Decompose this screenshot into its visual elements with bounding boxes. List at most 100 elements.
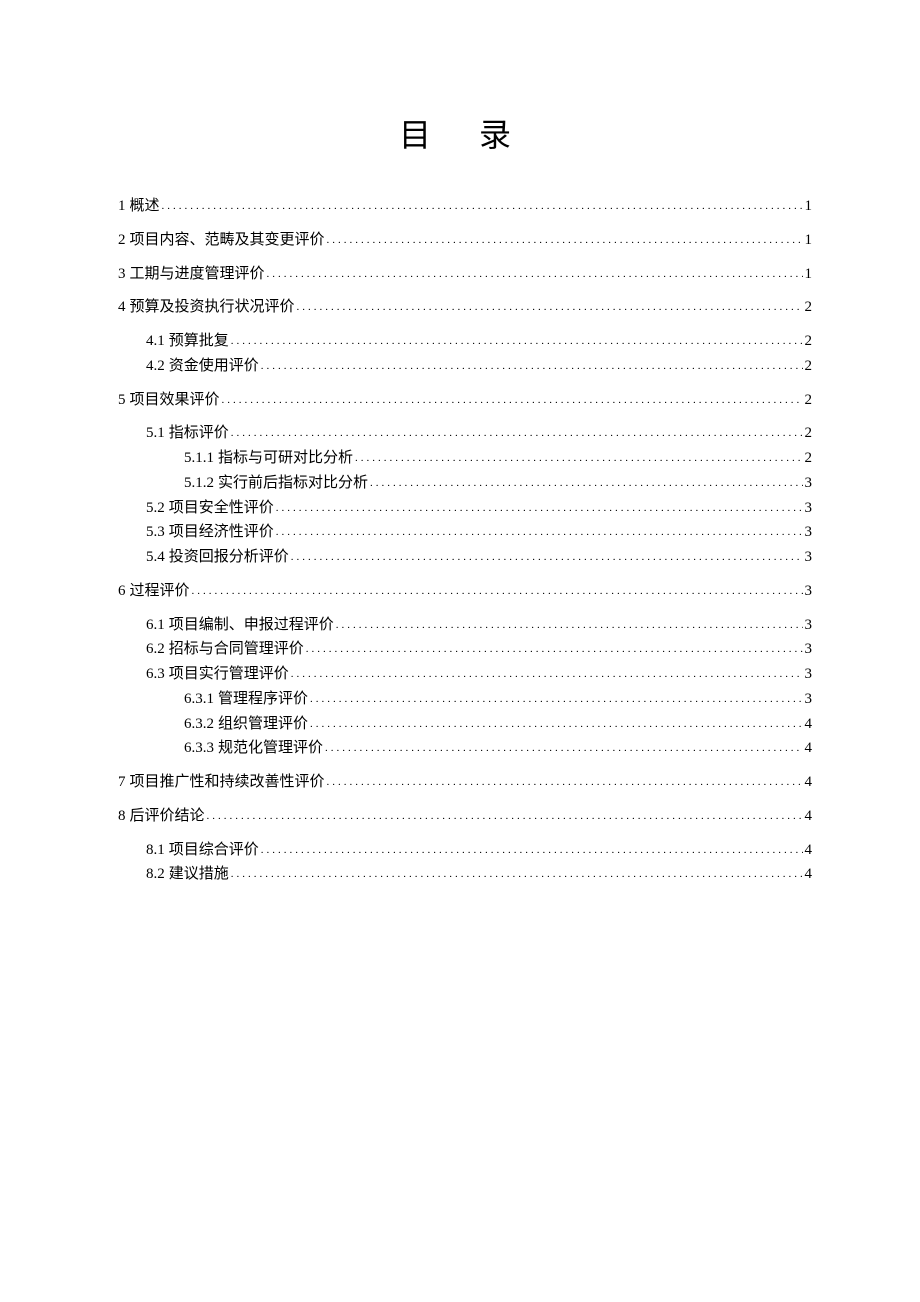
toc-entry-number: 6.3.1 <box>184 687 214 712</box>
toc-entry-text: 指标评价 <box>169 421 229 446</box>
toc-entry-number: 5 <box>118 388 126 413</box>
toc-entry[interactable]: 8.2建议措施 4 <box>118 862 812 887</box>
toc-entry[interactable]: 4预算及投资执行状况评价 2 <box>118 295 812 320</box>
toc-entry[interactable]: 5.1.2实行前后指标对比分析 3 <box>118 471 812 496</box>
toc-entry-page: 4 <box>805 712 813 737</box>
toc-list: 1概述12项目内容、范畴及其变更评价13工期与进度管理评价14预算及投资执行状况… <box>118 194 812 887</box>
toc-entry-number: 1 <box>118 194 126 219</box>
toc-entry-number: 2 <box>118 228 126 253</box>
toc-entry[interactable]: 5.4投资回报分析评价3 <box>118 545 812 570</box>
toc-entry-number: 4 <box>118 295 126 320</box>
toc-entry[interactable]: 6.2招标与合同管理评价 3 <box>118 637 812 662</box>
toc-leader <box>327 773 803 791</box>
toc-entry[interactable]: 6.3.3规范化管理评价4 <box>118 736 812 761</box>
toc-entry-page: 2 <box>805 295 813 320</box>
toc-entry-text: 实行前后指标对比分析 <box>218 471 368 496</box>
toc-entry[interactable]: 7项目推广性和持续改善性评价4 <box>118 770 812 795</box>
toc-entry[interactable]: 6.3.2组织管理评价4 <box>118 712 812 737</box>
toc-entry-number: 6 <box>118 579 126 604</box>
toc-entry-text: 项目安全性评价 <box>169 496 274 521</box>
toc-entry-page: 2 <box>805 388 813 413</box>
toc-leader <box>222 391 803 409</box>
toc-entry-number: 5.4 <box>146 545 165 570</box>
toc-entry-text: 招标与合同管理评价 <box>169 637 304 662</box>
toc-leader <box>297 298 803 316</box>
toc-entry-page: 2 <box>805 446 813 471</box>
toc-entry[interactable]: 6过程评价3 <box>118 579 812 604</box>
toc-entry[interactable]: 6.3项目实行管理评价3 <box>118 662 812 687</box>
toc-entry-text: 预算及投资执行状况评价 <box>130 295 295 320</box>
toc-entry-page: 3 <box>805 637 813 662</box>
toc-entry-number: 7 <box>118 770 126 795</box>
toc-leader <box>291 548 803 566</box>
toc-entry-page: 3 <box>805 687 813 712</box>
toc-entry-number: 5.2 <box>146 496 165 521</box>
toc-leader <box>310 690 802 708</box>
toc-leader <box>207 807 803 825</box>
toc-entry-number: 6.3.3 <box>184 736 214 761</box>
toc-leader <box>355 449 802 467</box>
toc-entry-text: 预算批复 <box>169 329 229 354</box>
toc-entry-text: 项目推广性和持续改善性评价 <box>130 770 325 795</box>
toc-entry[interactable]: 1概述1 <box>118 194 812 219</box>
toc-entry[interactable]: 8.1项目综合评价 4 <box>118 838 812 863</box>
toc-entry-number: 5.1.1 <box>184 446 214 471</box>
toc-entry-page: 4 <box>805 838 813 863</box>
toc-entry-page: 3 <box>805 520 813 545</box>
toc-entry-page: 3 <box>805 613 813 638</box>
toc-entry-number: 5.1.2 <box>184 471 214 496</box>
toc-entry-page: 2 <box>805 329 813 354</box>
toc-entry-text: 项目实行管理评价 <box>169 662 289 687</box>
toc-leader <box>291 665 803 683</box>
toc-entry-number: 3 <box>118 262 126 287</box>
toc-entry[interactable]: 5.2项目安全性评价3 <box>118 496 812 521</box>
toc-entry-page: 3 <box>805 662 813 687</box>
toc-entry[interactable]: 5.1指标评价2 <box>118 421 812 446</box>
toc-entry-number: 8.1 <box>146 838 165 863</box>
toc-leader <box>276 523 803 541</box>
toc-entry-number: 8.2 <box>146 862 165 887</box>
toc-entry-text: 资金使用评价 <box>169 354 259 379</box>
toc-entry-text: 项目综合评价 <box>169 838 259 863</box>
toc-leader <box>325 739 802 757</box>
toc-entry-page: 4 <box>805 862 813 887</box>
toc-entry-number: 6.3.2 <box>184 712 214 737</box>
toc-entry-text: 项目内容、范畴及其变更评价 <box>130 228 325 253</box>
toc-leader <box>231 424 803 442</box>
toc-leader <box>192 582 803 600</box>
toc-entry-number: 6.2 <box>146 637 165 662</box>
toc-entry-number: 5.3 <box>146 520 165 545</box>
toc-entry-text: 管理程序评价 <box>218 687 308 712</box>
toc-entry[interactable]: 4.2资金使用评价 2 <box>118 354 812 379</box>
toc-entry[interactable]: 6.3.1管理程序评价 3 <box>118 687 812 712</box>
toc-entry[interactable]: 5项目效果评价2 <box>118 388 812 413</box>
toc-entry[interactable]: 6.1项目编制、申报过程评价3 <box>118 613 812 638</box>
toc-leader <box>267 265 803 283</box>
toc-entry-page: 2 <box>805 421 813 446</box>
toc-leader <box>162 197 803 215</box>
toc-entry-page: 3 <box>805 471 813 496</box>
toc-entry[interactable]: 8后评价结论4 <box>118 804 812 829</box>
toc-entry-page: 2 <box>805 354 813 379</box>
toc-leader <box>231 332 803 350</box>
toc-leader <box>231 865 803 883</box>
document-page: 目 录 1概述12项目内容、范畴及其变更评价13工期与进度管理评价14预算及投资… <box>0 0 920 887</box>
toc-title: 目 录 <box>118 110 812 156</box>
toc-entry[interactable]: 3工期与进度管理评价1 <box>118 262 812 287</box>
toc-entry-text: 后评价结论 <box>130 804 205 829</box>
toc-entry-page: 3 <box>805 545 813 570</box>
toc-entry-page: 1 <box>805 194 813 219</box>
toc-entry-number: 4.1 <box>146 329 165 354</box>
toc-entry[interactable]: 5.1.1指标与可研对比分析2 <box>118 446 812 471</box>
toc-entry-number: 4.2 <box>146 354 165 379</box>
toc-entry[interactable]: 4.1预算批复 2 <box>118 329 812 354</box>
toc-entry-page: 1 <box>805 228 813 253</box>
toc-leader <box>310 715 802 733</box>
toc-leader <box>370 474 802 492</box>
toc-entry-text: 建议措施 <box>169 862 229 887</box>
toc-leader <box>261 357 803 375</box>
toc-entry-text: 工期与进度管理评价 <box>130 262 265 287</box>
toc-entry[interactable]: 5.3项目经济性评价3 <box>118 520 812 545</box>
toc-entry-text: 过程评价 <box>130 579 190 604</box>
toc-entry[interactable]: 2项目内容、范畴及其变更评价 1 <box>118 228 812 253</box>
